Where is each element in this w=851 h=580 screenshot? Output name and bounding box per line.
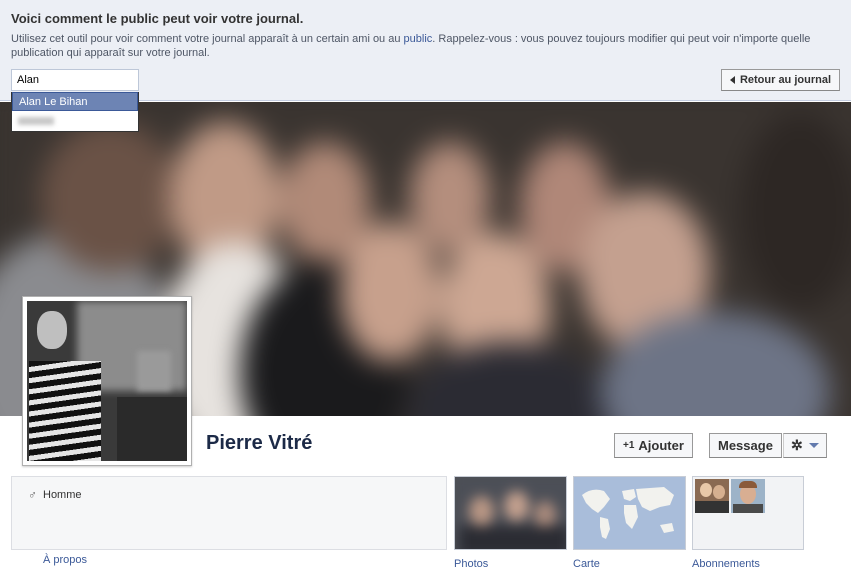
arrow-left-icon [729,76,735,84]
add-friend-label: Ajouter [638,438,684,453]
back-button-label: Retour au journal [739,74,831,86]
profile-picture[interactable] [22,296,192,466]
subscriptions-tile[interactable] [692,476,804,550]
view-as-search-input[interactable] [11,69,139,91]
subscription-avatar [731,479,765,513]
view-as-title: Voici comment le public peut voir votre … [11,11,304,26]
gear-icon: ✲ [791,437,803,453]
world-map-thumbnail [574,477,685,549]
profile-picture-image [27,301,187,461]
male-icon: ♂ [28,488,37,502]
desc-text-start: Utilisez cet outil pour voir comment vot… [11,33,404,45]
settings-dropdown-button[interactable]: ✲ [783,433,827,458]
profile-name[interactable]: Pierre Vitré [206,432,312,455]
map-link[interactable]: Carte [573,558,600,570]
blurred-name [18,117,54,125]
photos-tile[interactable] [454,476,567,550]
public-link[interactable]: public [404,33,433,45]
view-as-bar: Voici comment le public peut voir votre … [0,0,851,101]
suggestion-item-blurred[interactable] [12,111,138,130]
map-tile[interactable] [573,476,686,550]
photos-link[interactable]: Photos [454,558,488,570]
view-as-description: Utilisez cet outil pour voir comment vot… [11,32,831,60]
back-to-timeline-button[interactable]: Retour au journal [720,69,840,91]
chevron-down-icon [808,443,819,448]
message-button[interactable]: Message [709,433,782,458]
gender-text: Homme [43,489,82,501]
gender-row: ♂ Homme [28,488,82,502]
suggestion-item[interactable]: Alan Le Bihan [12,92,138,111]
photos-thumbnail [455,477,566,549]
subscription-avatar [695,479,729,513]
search-suggestions: Alan Le Bihan [11,92,139,132]
add-friend-button[interactable]: +1 Ajouter [614,433,693,458]
about-link[interactable]: À propos [43,554,87,566]
add-friend-icon: +1 [623,440,635,451]
about-summary-box: ♂ Homme [11,476,447,550]
subscriptions-link[interactable]: Abonnements [692,558,760,570]
